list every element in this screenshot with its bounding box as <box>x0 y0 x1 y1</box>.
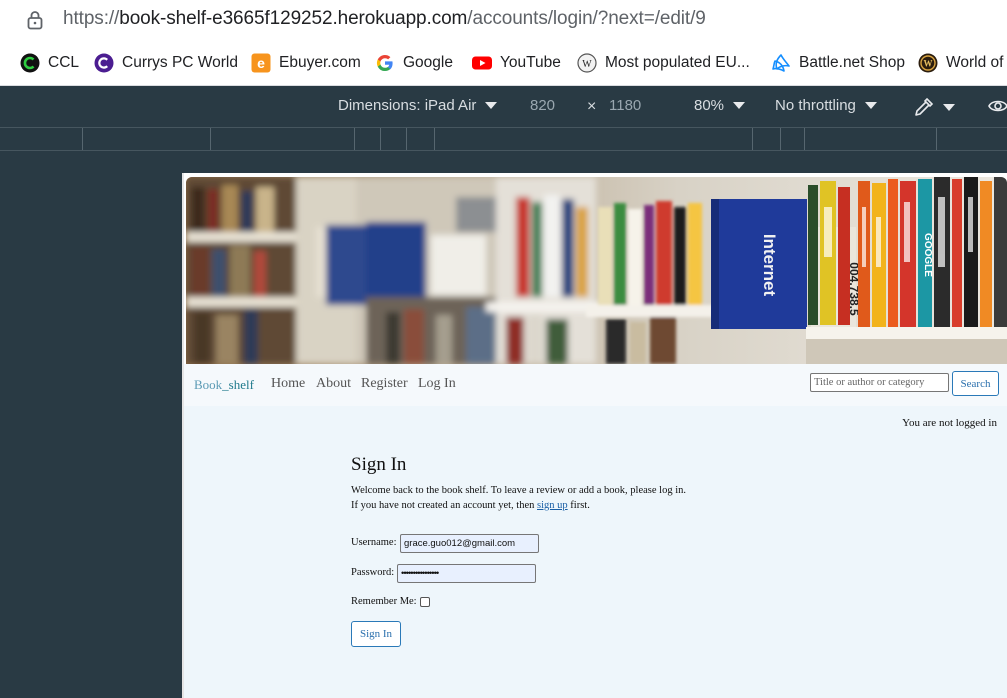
welcome-line-1: Welcome back to the book shelf. To leave… <box>351 485 686 496</box>
chevron-down-icon <box>733 102 746 109</box>
media-query-ruler[interactable] <box>0 127 1007 151</box>
welcome-line-2-post: first. <box>567 499 590 511</box>
bookmark-label: YouTube <box>500 54 561 71</box>
brand-part-1: Book <box>194 377 223 392</box>
ruler-tick <box>804 128 805 150</box>
battlenet-icon <box>771 53 791 73</box>
site-navbar: Book_shelf Home About Register Log In Se… <box>184 364 1007 406</box>
url-scheme: https:// <box>63 8 120 29</box>
search-input[interactable] <box>810 373 949 392</box>
svg-text:e: e <box>257 55 265 71</box>
bookmark-ccl[interactable]: CCL <box>20 51 79 75</box>
eye-icon[interactable] <box>987 95 1007 117</box>
throttling-label: No throttling <box>775 97 856 114</box>
ruler-tick <box>780 128 781 150</box>
currys-icon <box>94 53 114 73</box>
width-input[interactable]: 820 <box>530 97 555 114</box>
bookmark-label: CCL <box>48 54 80 71</box>
url-path: /accounts/login/?next=/edit/9 <box>467 8 706 29</box>
ebuyer-icon: e <box>251 53 271 73</box>
username-field[interactable] <box>400 534 539 553</box>
ruler-tick <box>434 128 435 150</box>
youtube-icon <box>472 53 492 73</box>
remember-me-checkbox[interactable] <box>420 597 430 607</box>
bookmark-label: Most populated EU... <box>605 54 750 71</box>
address-bar: https://book-shelf-e3665f129252.herokuap… <box>0 0 1007 40</box>
wow-icon: W <box>918 53 938 73</box>
nav-home[interactable]: Home <box>271 376 305 392</box>
site-brand[interactable]: Book_shelf <box>194 377 254 393</box>
brand-part-2: _shelf <box>222 377 254 392</box>
bookmark-label: World of <box>946 54 1004 71</box>
welcome-line-2-pre: If you have not created an account yet, … <box>351 499 538 511</box>
nav-register[interactable]: Register <box>361 376 408 392</box>
bookmark-label: Currys PC World <box>122 54 238 71</box>
hero-book-internet: Internet <box>760 234 779 297</box>
google-icon <box>375 53 395 73</box>
ruler-tick <box>210 128 211 150</box>
nav-login[interactable]: Log In <box>418 376 456 392</box>
emulated-page: Internet 004.738.5 GOOGLE Book_shelf Hom… <box>182 173 1007 698</box>
login-content: You are not logged in Sign In Welcome ba… <box>184 406 1007 698</box>
eyedropper-icon <box>915 97 934 116</box>
bookmark-battlenet[interactable]: Battle.net Shop <box>771 51 905 75</box>
ruler-tick <box>82 128 83 150</box>
chevron-down-icon <box>485 102 498 109</box>
bookmark-currys[interactable]: Currys PC World <box>94 51 238 75</box>
wikipedia-icon: W <box>577 53 597 73</box>
device-toolbar: Dimensions: iPad Air 820 × 1180 80% No t… <box>0 86 1007 127</box>
sign-in-button[interactable]: Sign In <box>351 621 401 647</box>
svg-text:W: W <box>582 59 592 70</box>
welcome-text: Welcome back to the book shelf. To leave… <box>351 484 771 513</box>
login-status: You are not logged in <box>902 417 997 429</box>
hero-book-google: GOOGLE <box>922 233 933 277</box>
ruler-tick <box>354 128 355 150</box>
zoom-dropdown[interactable]: 80% <box>694 97 746 114</box>
nav-about[interactable]: About <box>316 376 351 392</box>
ruler-tick <box>936 128 937 150</box>
url-host: book-shelf-e3665f129252.herokuapp.com <box>119 8 468 29</box>
sensors-dropdown[interactable] <box>913 96 955 118</box>
page-title: Sign In <box>351 454 407 475</box>
bookmark-youtube[interactable]: YouTube <box>472 51 561 75</box>
chevron-down-icon <box>864 102 877 109</box>
ccl-icon <box>20 53 40 73</box>
height-input[interactable]: 1180 <box>609 97 641 114</box>
bookmarks-bar: CCL Currys PC World e Ebuyer.com Google … <box>0 40 1007 86</box>
remember-me-label: Remember Me: <box>351 596 417 607</box>
username-label: Username: <box>351 537 397 548</box>
hero-bookshelf-image: Internet 004.738.5 GOOGLE <box>186 177 1007 364</box>
bookmark-google[interactable]: Google <box>375 51 453 75</box>
password-field[interactable] <box>397 564 536 583</box>
search-button[interactable]: Search <box>952 371 999 396</box>
svg-text:W: W <box>924 59 933 69</box>
chevron-down-icon <box>943 103 955 111</box>
bookmark-ebuyer[interactable]: e Ebuyer.com <box>251 51 361 75</box>
bookmark-wow[interactable]: W World of <box>918 51 1003 75</box>
bookmark-most-populated[interactable]: W Most populated EU... <box>577 51 750 75</box>
ruler-tick <box>380 128 381 150</box>
swap-dimensions-icon[interactable]: × <box>587 98 596 116</box>
dimensions-dropdown[interactable]: Dimensions: iPad Air <box>338 97 498 114</box>
lock-icon[interactable] <box>26 10 44 30</box>
password-label: Password: <box>351 567 395 578</box>
sign-up-link[interactable]: sign up <box>537 500 568 511</box>
url-field[interactable]: https://book-shelf-e3665f129252.herokuap… <box>63 8 706 30</box>
throttling-dropdown[interactable]: No throttling <box>775 97 877 114</box>
dimensions-label: Dimensions: iPad Air <box>338 97 477 114</box>
bookmark-label: Ebuyer.com <box>279 54 361 71</box>
welcome-line-2: If you have not created an account yet, … <box>351 499 771 514</box>
ruler-tick <box>406 128 407 150</box>
zoom-label: 80% <box>694 97 725 114</box>
bookmark-label: Battle.net Shop <box>799 54 905 71</box>
ruler-tick <box>752 128 753 150</box>
bookmark-label: Google <box>403 54 453 71</box>
